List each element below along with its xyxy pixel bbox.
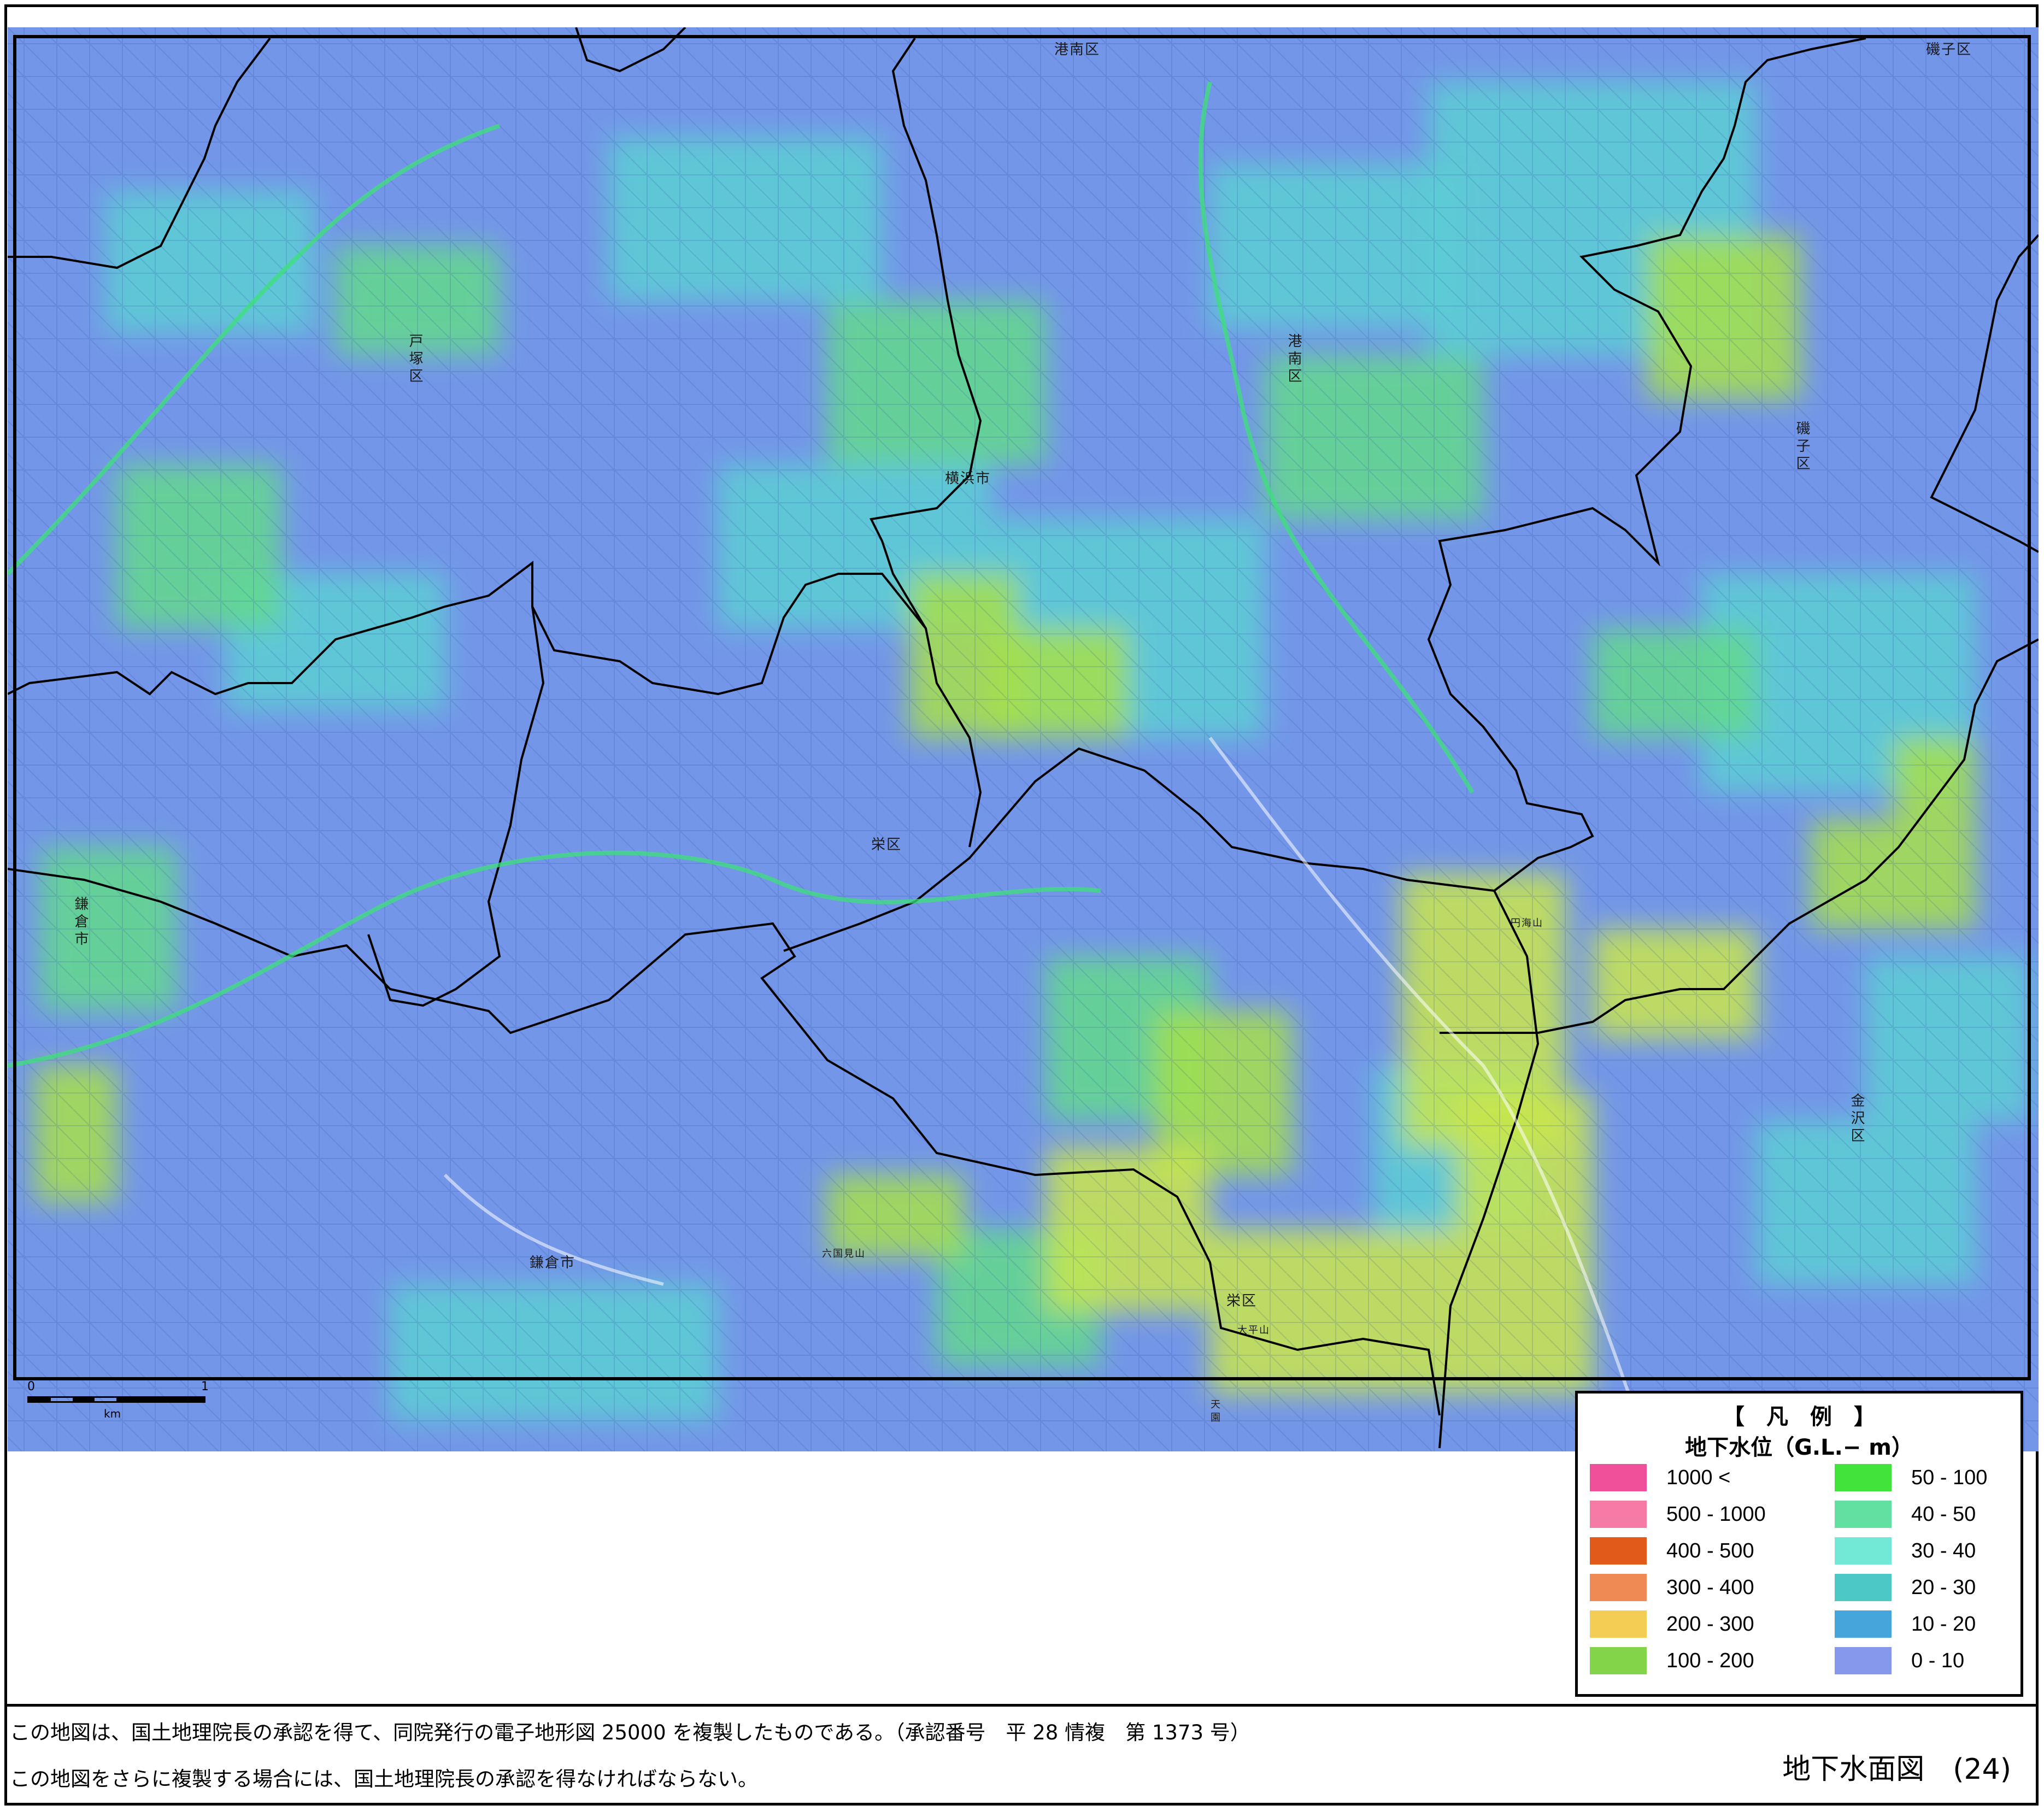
ward-label-totsuka: 戸塚区 bbox=[407, 333, 423, 386]
legend-swatch bbox=[1590, 1501, 1647, 1528]
ward-label-isogo-top: 磯子区 bbox=[1926, 42, 1972, 58]
legend-swatch bbox=[1590, 1647, 1647, 1674]
legend-swatch bbox=[1590, 1537, 1647, 1565]
legend-label: 20 - 30 bbox=[1911, 1575, 1976, 1599]
map-image bbox=[8, 27, 2039, 1451]
legend-label: 10 - 20 bbox=[1911, 1612, 1976, 1636]
scale-bar-graphic bbox=[27, 1396, 205, 1403]
ward-label-konan-mid: 港南区 bbox=[1285, 333, 1302, 386]
city-label-yokohama: 横浜市 bbox=[945, 471, 991, 487]
legend-swatch bbox=[1835, 1610, 1892, 1638]
legend-item: 1000 < bbox=[1590, 1463, 1730, 1492]
scale-unit: km bbox=[104, 1407, 121, 1420]
legend-item: 40 - 50 bbox=[1835, 1500, 1976, 1528]
legend-label: 500 - 1000 bbox=[1666, 1502, 1766, 1526]
legend-label: 1000 < bbox=[1666, 1466, 1731, 1489]
legend-item: 30 - 40 bbox=[1835, 1537, 1976, 1565]
place-label-ohirayama: 大平山 bbox=[1237, 1325, 1270, 1336]
legend-swatch bbox=[1835, 1574, 1892, 1601]
legend-label: 0 - 10 bbox=[1911, 1649, 1965, 1672]
legend-item: 400 - 500 bbox=[1590, 1537, 1754, 1565]
place-label-entsuzan: 円海山 bbox=[1511, 918, 1543, 929]
ward-label-isogo-right: 磯子区 bbox=[1794, 421, 1810, 473]
legend-item: 10 - 20 bbox=[1835, 1610, 1976, 1638]
legend-item: 200 - 300 bbox=[1590, 1610, 1754, 1638]
legend-item: 100 - 200 bbox=[1590, 1647, 1754, 1675]
city-label-kamakura-left: 鎌倉市 bbox=[72, 896, 89, 949]
legend-swatch bbox=[1590, 1464, 1647, 1491]
place-label-tenendai: 天園 bbox=[1209, 1399, 1220, 1425]
legend-item: 300 - 400 bbox=[1590, 1573, 1754, 1602]
legend-item: 50 - 100 bbox=[1835, 1463, 1987, 1492]
copyright-note-1: この地図は、国土地理院長の承認を得て、同院発行の電子地形図 25000 を複製し… bbox=[10, 1721, 1250, 1744]
legend-title: 【 凡 例 】 bbox=[1723, 1404, 1876, 1430]
legend-subtitle: 地下水位（G.L.− m） bbox=[1685, 1435, 1913, 1460]
scale-end: 1 bbox=[201, 1380, 209, 1393]
groundwater-map: 港南区 磯子区 戸塚区 港南区 横浜市 磯子区 栄区 鎌倉市 金沢区 鎌倉市 栄… bbox=[8, 27, 2039, 1451]
legend-label: 50 - 100 bbox=[1911, 1466, 1988, 1489]
place-label-rokkokuken: 六国見山 bbox=[822, 1248, 866, 1260]
legend-swatch bbox=[1590, 1610, 1647, 1638]
legend-label: 200 - 300 bbox=[1666, 1612, 1754, 1636]
legend-label: 100 - 200 bbox=[1666, 1649, 1754, 1672]
ward-label-sakae-mid: 栄区 bbox=[871, 837, 902, 853]
legend-item: 0 - 10 bbox=[1835, 1647, 1964, 1675]
legend-item: 500 - 1000 bbox=[1590, 1500, 1766, 1528]
ward-label-kanazawa: 金沢区 bbox=[1848, 1093, 1865, 1145]
legend-swatch bbox=[1835, 1464, 1892, 1491]
legend-swatch bbox=[1835, 1647, 1892, 1674]
legend-swatch bbox=[1590, 1574, 1647, 1601]
legend-item: 20 - 30 bbox=[1835, 1573, 1976, 1602]
legend-label: 300 - 400 bbox=[1666, 1575, 1754, 1599]
ward-label-sakae-bottom: 栄区 bbox=[1226, 1293, 1258, 1309]
legend-label: 30 - 40 bbox=[1911, 1539, 1976, 1562]
sheet-title: 地下水面図 (24) bbox=[1782, 1753, 2011, 1786]
ward-label-konan-top: 港南区 bbox=[1054, 42, 1101, 58]
city-label-kamakura-bottom: 鎌倉市 bbox=[530, 1255, 576, 1271]
legend-label: 40 - 50 bbox=[1911, 1502, 1976, 1526]
legend-swatch bbox=[1835, 1501, 1892, 1528]
copyright-note-2: この地図をさらに複製する場合には、国土地理院長の承認を得なければならない。 bbox=[10, 1767, 758, 1791]
footer-divider bbox=[4, 1704, 2039, 1707]
legend-label: 400 - 500 bbox=[1666, 1539, 1754, 1562]
legend-swatch bbox=[1835, 1537, 1892, 1565]
legend-box: 【 凡 例 】 地下水位（G.L.− m） 1000 < 500 - 1000 40… bbox=[1575, 1391, 2023, 1697]
scale-start: 0 bbox=[27, 1380, 35, 1393]
